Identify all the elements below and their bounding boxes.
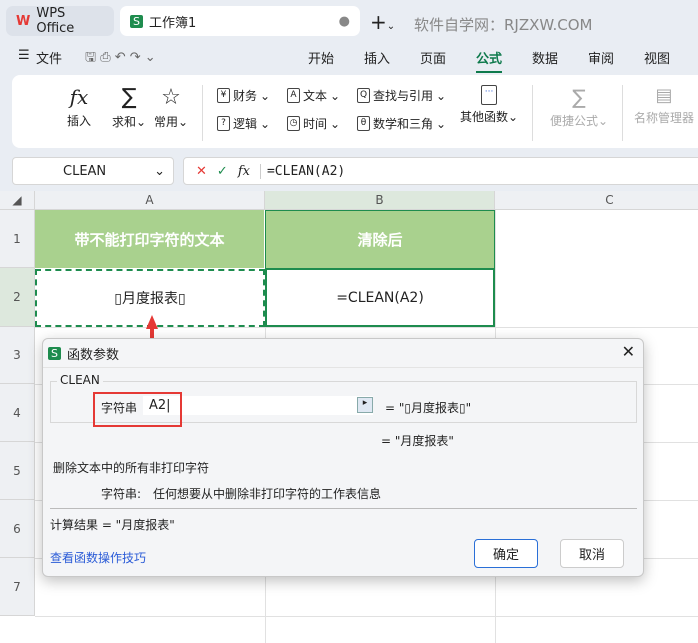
menu-start[interactable]: 开始 <box>308 48 334 67</box>
fx-icon: fx <box>69 85 89 109</box>
sum-button[interactable]: ∑ 求和⌄ <box>112 85 146 130</box>
menu-review[interactable]: 审阅 <box>588 48 614 67</box>
formula-result: = "月度报表" <box>381 434 454 448</box>
arg-description: 任何想要从中删除非打印字符的工作表信息 <box>153 487 382 501</box>
row-header-1[interactable]: 1 <box>0 210 35 268</box>
text-button[interactable]: A 文本 ⌄ <box>287 87 340 104</box>
function-name: CLEAN <box>57 373 103 387</box>
clock-icon: ◷ <box>287 116 300 131</box>
row-header-6[interactable]: 6 <box>0 500 35 558</box>
row-header-3[interactable]: 3 <box>0 327 35 384</box>
menu-file[interactable]: 文件 <box>36 48 62 67</box>
ribbon: fx 插入 ∑ 求和⌄ ☆ 常用⌄ ¥ 财务 ⌄ A 文本 ⌄ Q 查找与引用 ⌄ ? 逻辑 ⌄ ◷ 时… <box>12 75 698 148</box>
cell-b1[interactable]: 清除后 <box>265 210 495 268</box>
column-header-c[interactable]: C <box>495 191 698 210</box>
math-button[interactable]: θ 数学和三角 ⌄ <box>357 115 446 132</box>
arg-result: = "▯月度报表▯" <box>385 401 472 415</box>
lookup-icon: Q <box>357 88 370 103</box>
name-manager-icon: ▤ <box>655 85 673 106</box>
function-description: 删除文本中的所有非打印字符 <box>53 461 210 475</box>
arg-desc-label: 字符串: <box>101 487 142 501</box>
row-header-7[interactable]: 7 <box>0 558 35 616</box>
column-header-b[interactable]: B <box>265 191 495 210</box>
spreadsheet-icon: S <box>48 347 61 360</box>
star-icon: ☆ <box>161 85 181 110</box>
close-icon[interactable]: ✕ <box>622 342 635 361</box>
annotation-highlight <box>93 392 182 427</box>
cancel-icon[interactable]: ✕ <box>196 164 207 179</box>
menu-insert[interactable]: 插入 <box>364 48 390 67</box>
cell-a1[interactable]: 带不能打印字符的文本 <box>35 210 265 268</box>
menu-view[interactable]: 视图 <box>644 48 670 67</box>
wps-logo-icon: W <box>16 13 31 29</box>
text-icon: A <box>287 88 300 103</box>
select-all[interactable]: ◢ <box>0 191 35 210</box>
other-functions-button[interactable]: ··· 其他函数⌄ <box>460 85 518 125</box>
help-link[interactable]: 查看函数操作技巧 <box>50 549 146 566</box>
chevron-down-icon: ⌄ <box>154 163 165 179</box>
finance-icon: ¥ <box>217 88 230 103</box>
time-button[interactable]: ◷ 时间 ⌄ <box>287 115 340 132</box>
name-manager-button[interactable]: ▤ 名称管理器 <box>634 85 694 126</box>
function-arguments-dialog: S 函数参数 ✕ CLEAN 字符串 A2| ▸ = "▯月度报表▯" = "月度… <box>42 338 644 577</box>
quick-formula-button[interactable]: ∑ 便捷公式⌄ <box>550 85 608 129</box>
ok-button[interactable]: 确定 <box>474 539 538 568</box>
calc-result: 计算结果 = "月度报表" <box>50 518 175 532</box>
cancel-button[interactable]: 取消 <box>560 539 624 568</box>
tab-workbook[interactable]: S 工作簿1 ● <box>120 6 360 36</box>
column-header-a[interactable]: A <box>35 191 265 210</box>
insert-function-button[interactable]: fx 插入 <box>67 85 91 129</box>
fx-icon[interactable]: fx <box>238 164 250 179</box>
menu-icon[interactable]: ☰ <box>18 48 30 63</box>
menu-formula[interactable]: 公式 <box>476 48 503 73</box>
new-tab-button[interactable]: +⌄ <box>370 10 395 34</box>
lookup-button[interactable]: Q 查找与引用 ⌄ <box>357 87 446 104</box>
watermark: 软件自学网：RJZXW.COM <box>414 16 593 34</box>
tab-wps-office[interactable]: W WPS Office <box>6 6 114 36</box>
row-header-2[interactable]: 2 <box>0 268 35 327</box>
common-button[interactable]: ☆ 常用⌄ <box>154 85 188 130</box>
more-icon: ··· <box>481 85 498 105</box>
row-header-5[interactable]: 5 <box>0 442 35 500</box>
sigma-icon: ∑ <box>121 85 137 110</box>
finance-button[interactable]: ¥ 财务 ⌄ <box>217 87 270 104</box>
quick-sum-icon: ∑ <box>572 85 586 109</box>
row-header-4[interactable]: 4 <box>0 384 35 442</box>
collapse-range-icon[interactable]: ▸ <box>357 397 373 413</box>
logic-button[interactable]: ? 逻辑 ⌄ <box>217 115 270 132</box>
cell-b2[interactable]: =CLEAN(A2) <box>265 268 495 327</box>
unsaved-dot-icon: ● <box>338 13 350 29</box>
logic-icon: ? <box>217 116 230 131</box>
menu-data[interactable]: 数据 <box>532 48 558 67</box>
menu-page[interactable]: 页面 <box>420 48 446 67</box>
spreadsheet-icon: S <box>130 14 143 28</box>
formula-input[interactable]: =CLEAN(A2) <box>259 163 345 179</box>
quick-access-toolbar[interactable]: 🖫 ⎙ ↶ ↷ ⌄ <box>85 48 156 70</box>
name-box[interactable]: CLEAN ⌄ <box>12 157 174 185</box>
math-icon: θ <box>357 116 370 131</box>
dialog-title: 函数参数 <box>66 348 119 363</box>
confirm-icon[interactable]: ✓ <box>217 164 228 179</box>
